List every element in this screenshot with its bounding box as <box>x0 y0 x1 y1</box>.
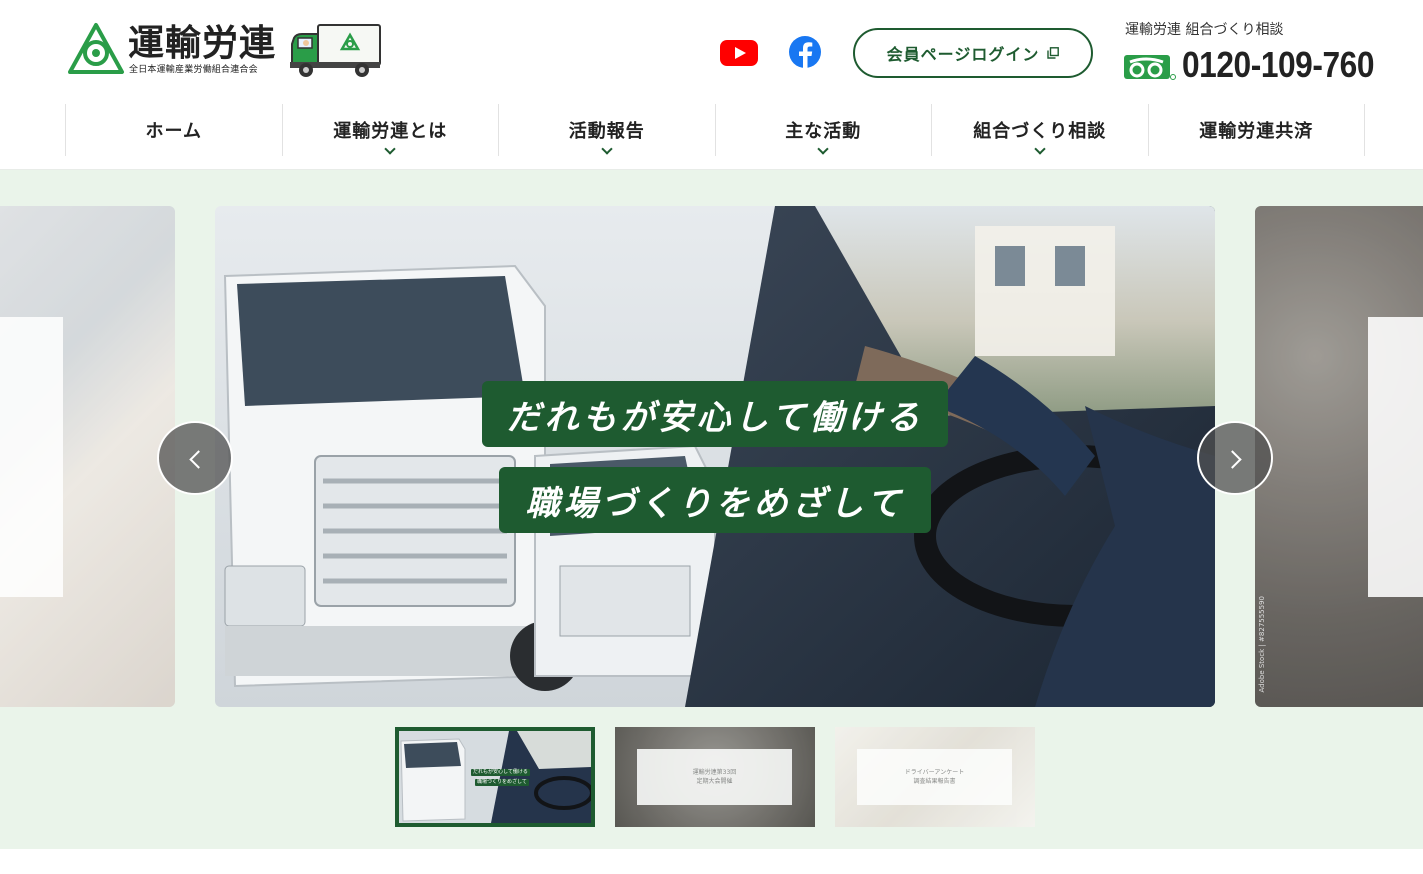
thumbnail-caption-line1: 運輸労連第33回 <box>692 769 737 776</box>
thumbnail-photo <box>399 731 591 823</box>
nav-item-activities[interactable]: 主な活動 <box>714 104 932 156</box>
thumbnail-caption-card: 運輸労連第33回 定期大会開催 <box>637 749 792 805</box>
thumbnail-caption-line2: 定期大会開催 <box>696 778 733 785</box>
nav-item-home[interactable]: ホーム <box>65 104 282 156</box>
slide-caption-card <box>1368 317 1423 597</box>
member-login-label: 会員ページログイン <box>886 45 1040 64</box>
nav-item-mutual-aid[interactable]: 運輸労連共済 <box>1147 104 1365 156</box>
nav-item-union-consult[interactable]: 組合づくり相談 <box>931 104 1148 156</box>
slider-thumbnail-3[interactable]: ドライバーアンケート 調査結果報告書 <box>835 727 1035 827</box>
external-link-icon <box>1047 47 1060 59</box>
youtube-icon[interactable] <box>719 36 759 70</box>
consult-label: 運輸労連 組合づくり相談 <box>1125 22 1284 38</box>
slider-next-button[interactable] <box>1197 421 1273 495</box>
hero-slider: だれもが安心して働ける 職場づくりをめざして Adobe Stock | #82… <box>0 170 1423 849</box>
logo-title: 運輸労連 <box>128 23 277 64</box>
logo-subtitle: 全日本運輸産業労働組合連合会 <box>129 65 258 75</box>
chevron-down-icon <box>1034 143 1046 155</box>
chevron-down-icon <box>817 143 829 155</box>
nav-item-label: 組合づくり相談 <box>973 121 1107 142</box>
slider-prev-button[interactable] <box>157 421 233 495</box>
slider-thumbnail-2[interactable]: 運輸労連第33回 定期大会開催 <box>615 727 815 827</box>
hero-caption-line2: 職場づくりをめざして <box>499 467 931 533</box>
truck-illustration-icon <box>290 24 381 77</box>
chevron-down-icon <box>384 143 396 155</box>
chevron-down-icon <box>601 143 613 155</box>
slide-current[interactable]: だれもが安心して働ける 職場づくりをめざして <box>215 206 1215 707</box>
thumbnail-caption-line1: ドライバーアンケート <box>904 769 965 776</box>
slider-thumbnail-1[interactable]: だれもが安心して働ける 職場づくりをめざして <box>395 727 595 827</box>
thumbnail-caption-line2: 調査結果報告書 <box>913 778 956 785</box>
thumbnail-caption-card: ドライバーアンケート 調査結果報告書 <box>857 749 1012 805</box>
slide-previous[interactable] <box>0 206 175 707</box>
slide-next[interactable]: Adobe Stock | #827555590 <box>1255 206 1423 707</box>
photo-credit: Adobe Stock | #827555590 <box>1258 596 1266 693</box>
slide-caption-card <box>0 317 63 597</box>
global-nav: ホーム 運輸労連とは 活動報告 主な活動 組合づくり相談 運輸労連共済 <box>65 104 1365 156</box>
hero-caption-line1: だれもが安心して働ける <box>482 381 948 447</box>
nav-item-label: 主な活動 <box>785 121 862 142</box>
nav-item-label: ホーム <box>145 121 202 142</box>
logo-mark-icon <box>68 23 124 74</box>
nav-item-reports[interactable]: 活動報告 <box>498 104 715 156</box>
freedial-icon <box>1124 55 1176 80</box>
slide-photo <box>215 206 1215 707</box>
facebook-icon[interactable] <box>788 35 822 69</box>
site-header: 運輸労連 全日本運輸産業労働組合連合会 会員ページログイン 運輸労連 組合づくり… <box>0 0 1423 100</box>
nav-item-label: 運輸労連とは <box>333 121 448 142</box>
nav-item-label: 運輸労連共済 <box>1199 121 1314 142</box>
thumbnail-caption-line2: 職場づくりをめざして <box>475 779 529 786</box>
member-login-button[interactable]: 会員ページログイン <box>853 28 1093 78</box>
nav-item-label: 活動報告 <box>568 121 645 142</box>
thumbnail-caption-line1: だれもが安心して働ける <box>471 769 530 776</box>
nav-item-about[interactable]: 運輸労連とは <box>281 104 499 156</box>
phone-number[interactable]: 0120-109-760 <box>1182 44 1374 86</box>
